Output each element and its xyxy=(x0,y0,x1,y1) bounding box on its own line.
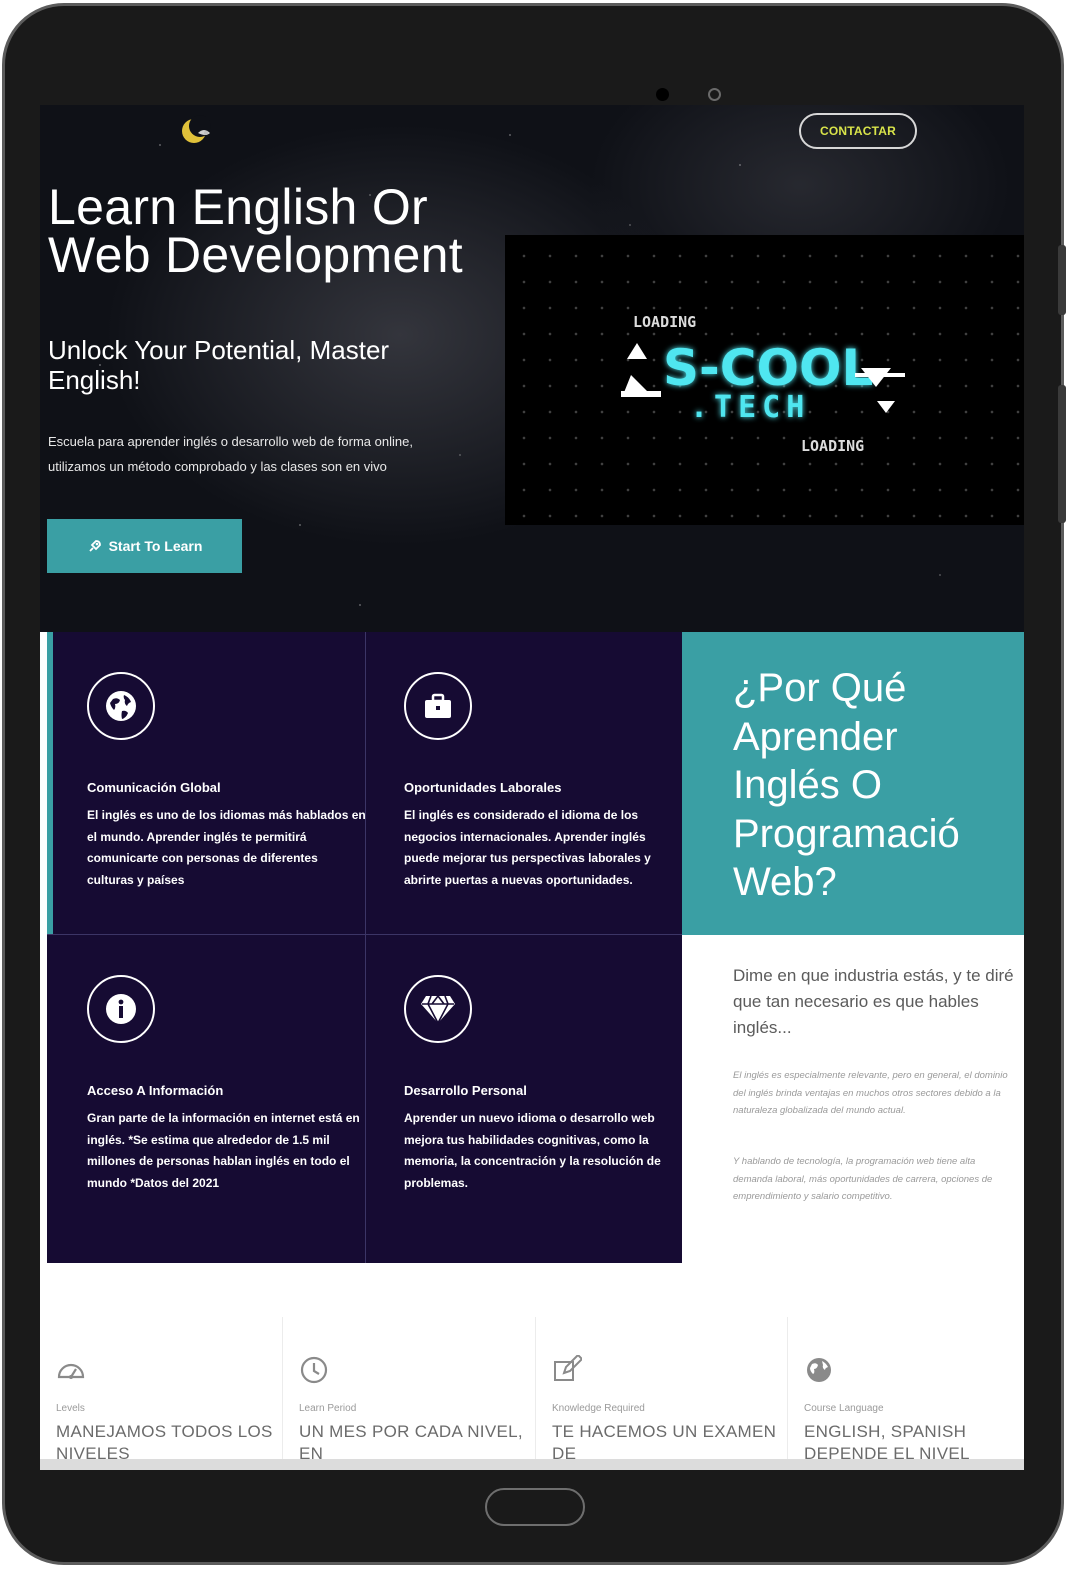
side-button-bottom[interactable] xyxy=(1058,385,1066,523)
hero-section: CONTACTAR Learn English Or Web Developme… xyxy=(40,105,1024,632)
sensor-dot xyxy=(708,88,721,101)
feature-icon-ring xyxy=(404,975,472,1043)
video-loading-top: LOADING xyxy=(633,313,696,331)
why-learn-title: ¿Por Qué Aprender Inglés O Programació W… xyxy=(733,664,1024,907)
info-icon xyxy=(106,994,136,1024)
hero-subtitle: Unlock Your Potential, Master English! xyxy=(48,335,390,395)
stat-label: Learn Period xyxy=(299,1403,357,1414)
clock-icon xyxy=(300,1356,328,1384)
briefcase-icon xyxy=(425,693,451,718)
horizontal-scrollbar[interactable] xyxy=(40,1459,1024,1470)
edit-icon xyxy=(554,1355,582,1381)
stat-knowledge-required: Knowledge Required TE HACEMOS UN EXAMEN … xyxy=(535,1317,788,1470)
feature-text: El inglés es considerado el idioma de lo… xyxy=(404,808,651,887)
home-button[interactable] xyxy=(485,1488,585,1526)
video-brand-graphic: LOADING S-COOL .TECH LOADING xyxy=(621,313,905,455)
feature-icon-ring xyxy=(87,975,155,1043)
stat-course-language: Course Language ENGLISH, SPANISH DEPENDE… xyxy=(787,1317,1024,1470)
gauge-icon xyxy=(57,1363,85,1379)
feature-title: Comunicación Global xyxy=(87,780,221,795)
features-grid: Comunicación Global El inglés es uno de … xyxy=(47,632,682,1263)
feature-card-job-opportunities: Oportunidades Laborales El inglés es con… xyxy=(404,672,684,891)
why-title-line: Web? xyxy=(733,860,837,904)
why-paragraph-1: El inglés es especialmente relevante, pe… xyxy=(733,1070,1008,1116)
why-title-line: Aprender xyxy=(733,714,898,759)
why-lead-text: Dime en que industria estás, y te diré q… xyxy=(733,966,1014,1037)
features-divider-horizontal xyxy=(47,934,682,935)
start-to-learn-button[interactable]: Start To Learn xyxy=(47,519,242,573)
camera-dot xyxy=(656,88,669,101)
feature-text: Aprender un nuevo idioma o desarrollo we… xyxy=(404,1111,661,1190)
globe-icon xyxy=(807,1358,831,1382)
rocket-icon xyxy=(88,540,101,552)
stat-label: Course Language xyxy=(804,1403,884,1414)
feature-title: Acceso A Información xyxy=(87,1083,224,1098)
feature-text: El inglés es uno de los idiomas más habl… xyxy=(87,808,366,887)
why-title-line: Inglés O xyxy=(733,763,882,807)
feature-icon-ring xyxy=(404,672,472,740)
video-loading-bottom: LOADING xyxy=(801,437,864,455)
video-brand-line2: .TECH xyxy=(690,390,810,425)
contact-button[interactable]: CONTACTAR xyxy=(799,113,917,149)
video-brand-line1: S-COOL xyxy=(663,339,873,397)
globe-icon xyxy=(106,691,136,721)
intro-video[interactable]: LOADING S-COOL .TECH LOADING xyxy=(505,235,1024,525)
features-accent-bar xyxy=(47,632,53,935)
hero-title: Learn English Or Web Development xyxy=(48,179,463,283)
feature-text: Gran parte de la información en internet… xyxy=(87,1111,360,1190)
start-to-learn-label: Start To Learn xyxy=(108,538,203,554)
stat-levels: Levels MANEJAMOS TODOS LOS NIVELES xyxy=(40,1317,293,1470)
feature-title: Oportunidades Laborales xyxy=(404,780,562,795)
feature-card-global-communication: Comunicación Global El inglés es uno de … xyxy=(87,672,367,891)
stat-label: Knowledge Required xyxy=(552,1403,645,1414)
why-title-line: Programació xyxy=(733,811,960,856)
feature-title: Desarrollo Personal xyxy=(404,1083,527,1098)
moon-logo-icon[interactable] xyxy=(176,111,216,151)
why-learn-box: ¿Por Qué Aprender Inglés O Programació W… xyxy=(682,632,1024,935)
feature-card-personal-development: Desarrollo Personal Aprender un nuevo id… xyxy=(404,975,684,1194)
hero-description: Escuela para aprender inglés o desarroll… xyxy=(48,434,413,474)
side-button-top[interactable] xyxy=(1058,245,1066,315)
why-paragraph-2: Y hablando de tecnología, la programació… xyxy=(733,1156,993,1202)
course-stats: Levels MANEJAMOS TODOS LOS NIVELES Learn… xyxy=(40,1317,1024,1470)
feature-icon-ring xyxy=(87,672,155,740)
stat-learn-period: Learn Period UN MES POR CADA NIVEL, EN xyxy=(282,1317,535,1470)
stat-label: Levels xyxy=(56,1403,85,1414)
feature-card-information-access: Acceso A Información Gran parte de la in… xyxy=(87,975,367,1194)
why-title-line: ¿Por Qué xyxy=(733,666,907,710)
screen: CONTACTAR Learn English Or Web Developme… xyxy=(40,105,1024,1470)
diamond-icon xyxy=(421,995,455,1025)
